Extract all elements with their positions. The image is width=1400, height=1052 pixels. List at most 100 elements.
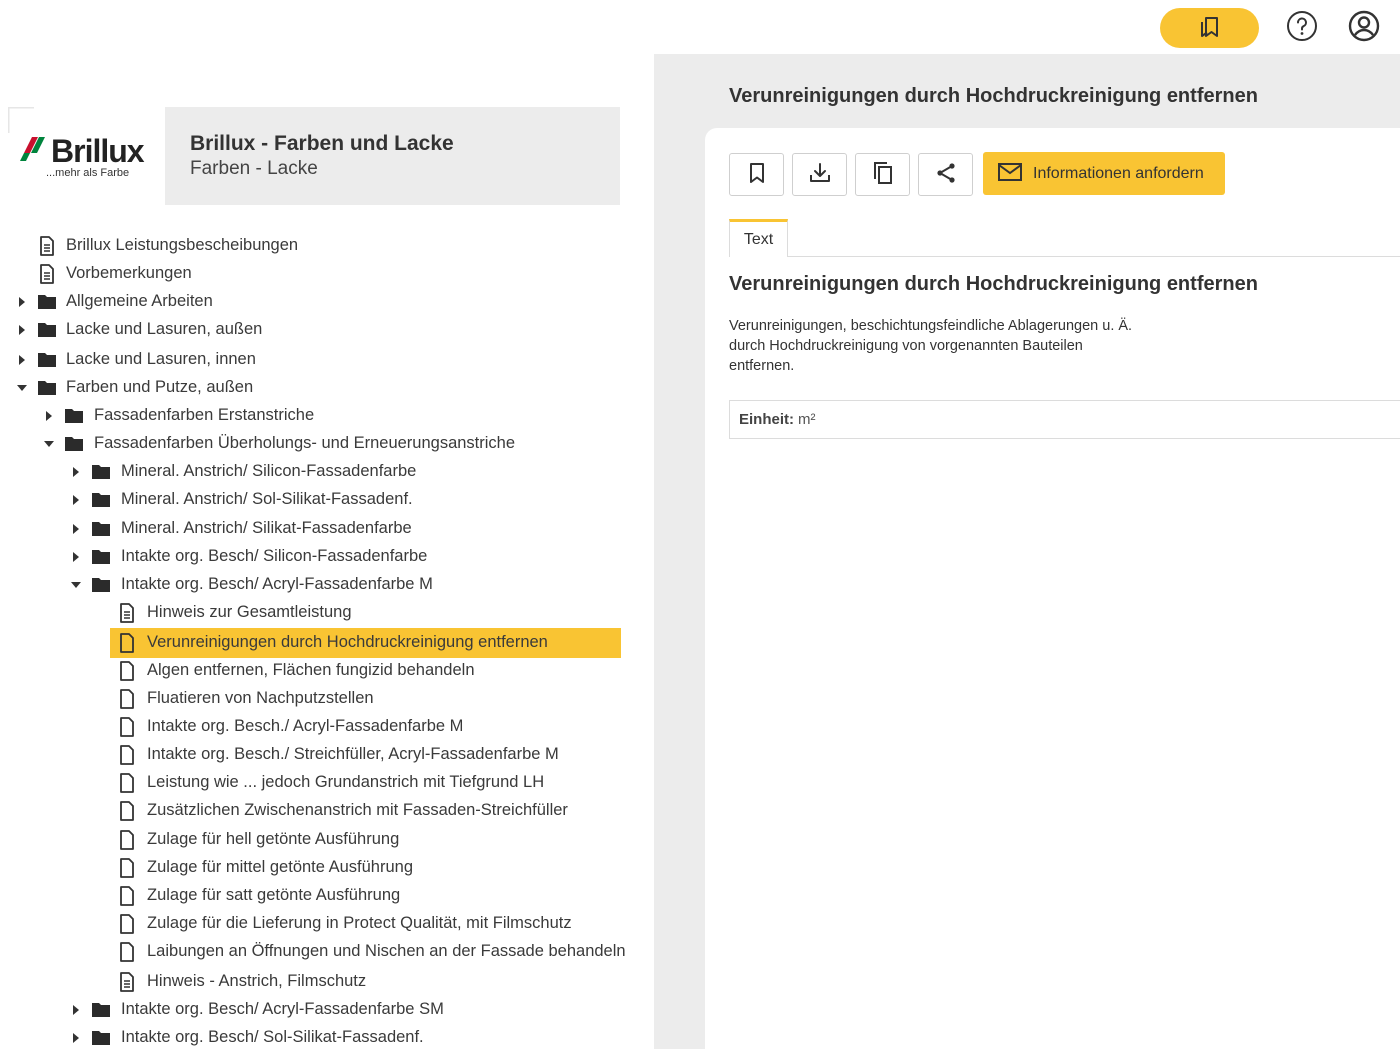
help-button[interactable] [1286,10,1318,44]
tree-document-item[interactable]: Zulage für satt getönte Ausführung [0,882,640,910]
folder-icon [91,575,111,595]
caret-right-icon[interactable] [70,494,82,506]
tree-document-item[interactable]: Fluatieren von Nachputzstellen [0,685,640,713]
tree-document-item[interactable]: Brillux Leistungsbescheibungen [0,232,640,260]
tree-item-label: Intakte org. Besch/ Acryl-Fassadenfarbe … [121,1000,444,1018]
folder-icon [37,350,57,370]
user-circle-icon [1348,10,1380,47]
tree-folder-item[interactable]: Intakte org. Besch/ Acryl-Fassadenfarbe … [0,571,640,599]
caret-right-icon[interactable] [70,466,82,478]
description-line: entfernen. [729,358,795,374]
tree-folder-item[interactable]: Allgemeine Arbeiten [0,288,640,316]
bookmark-button[interactable] [729,153,784,196]
unit-label: Einheit: [739,411,794,428]
folder-icon [91,519,111,539]
tree-folder-item[interactable]: Mineral. Anstrich/ Sol-Silikat-Fassadenf… [0,486,640,514]
document-icon [117,830,137,850]
tree-item-label: Laibungen an Öffnungen und Nischen an de… [147,942,626,960]
request-info-label: Informationen anfordern [1033,164,1204,182]
unit-field: Einheit: m² [729,400,1400,439]
tree-item-label: Intakte org. Besch/ Silicon-Fassadenfarb… [121,547,428,565]
tree-item-label: Lacke und Lasuren, innen [66,350,256,368]
folder-icon [37,378,57,398]
tree-document-item[interactable]: Intakte org. Besch./ Streichfüller, Acry… [0,741,640,769]
tree-document-item[interactable]: Hinweis - Anstrich, Filmschutz [0,968,640,996]
tree-item-label: Hinweis zur Gesamtleistung [147,603,352,621]
tree-document-item[interactable]: Zulage für mittel getönte Ausführung [0,854,640,882]
folder-icon [91,462,111,482]
caret-down-icon[interactable] [16,382,28,394]
caret-right-icon[interactable] [16,324,28,336]
caret-right-icon[interactable] [43,410,55,422]
catalog-subtitle: Farben - Lacke [190,158,318,179]
tree-item-label: Mineral. Anstrich/ Silicon-Fassadenfarbe [121,462,417,480]
document-icon [117,745,137,765]
tree-item-label: Verunreinigungen durch Hochdruckreinigun… [147,633,548,651]
caret-down-icon[interactable] [43,438,55,450]
download-button[interactable] [792,153,847,196]
tree-folder-item[interactable]: Intakte org. Besch/ Sol-Silikat-Fassaden… [0,1024,640,1052]
folder-icon [91,1000,111,1020]
tree-document-item[interactable]: Zulage für hell getönte Ausführung [0,826,640,854]
description-line: durch Hochdruckreinigung von vorgenannte… [729,338,1083,354]
catalog-title: Brillux - Farben und Lacke [190,132,454,155]
tree-folder-item[interactable]: Intakte org. Besch/ Acryl-Fassadenfarbe … [0,996,640,1024]
account-button[interactable] [1348,10,1380,47]
document-text-icon [117,972,137,992]
folder-icon [91,1028,111,1048]
tree-folder-item[interactable]: Mineral. Anstrich/ Silicon-Fassadenfarbe [0,458,640,486]
tree-folder-item[interactable]: Farben und Putze, außen [0,374,640,402]
tab-text[interactable]: Text [729,219,788,257]
tree-folder-item[interactable]: Fassadenfarben Erstanstriche [0,402,640,430]
tree-item-label: Intakte org. Besch./ Acryl-Fassadenfarbe… [147,717,464,735]
tree-document-item[interactable]: Hinweis zur Gesamtleistung [0,599,640,627]
caret-right-icon[interactable] [16,296,28,308]
tree-item-label: Intakte org. Besch/ Sol-Silikat-Fassaden… [121,1028,424,1046]
share-icon [934,161,958,188]
top-bar [0,0,1400,54]
request-info-button[interactable]: Informationen anfordern [983,152,1225,195]
tree-document-item[interactable]: Verunreinigungen durch Hochdruckreinigun… [110,628,621,658]
document-text-icon [117,603,137,623]
caret-right-icon[interactable] [70,551,82,563]
detail-header-title: Verunreinigungen durch Hochdruckreinigun… [729,85,1258,107]
tab-divider [729,256,1400,257]
document-icon [117,773,137,793]
tree-item-label: Fluatieren von Nachputzstellen [147,689,374,707]
document-icon [117,886,137,906]
share-button[interactable] [918,153,973,196]
tree-folder-item[interactable]: Fassadenfarben Überholungs- und Erneueru… [0,430,640,458]
tree-document-item[interactable]: Leistung wie ... jedoch Grundanstrich mi… [0,769,640,797]
tree-item-label: Hinweis - Anstrich, Filmschutz [147,972,367,990]
tree-folder-item[interactable]: Lacke und Lasuren, außen [0,316,640,344]
download-icon [808,161,832,188]
document-icon [117,633,137,653]
caret-right-icon[interactable] [70,523,82,535]
bookmark-icon [747,162,767,187]
tree-item-label: Algen entfernen, Flächen fungizid behand… [147,661,475,679]
caret-right-icon[interactable] [16,354,28,366]
tree-item-label: Leistung wie ... jedoch Grundanstrich mi… [147,773,545,791]
tree-folder-item[interactable]: Intakte org. Besch/ Silicon-Fassadenfarb… [0,543,640,571]
caret-right-icon[interactable] [70,1004,82,1016]
tree-folder-item[interactable]: Mineral. Anstrich/ Silikat-Fassadenfarbe [0,515,640,543]
caret-down-icon[interactable] [70,579,82,591]
tree-document-item[interactable]: Algen entfernen, Flächen fungizid behand… [0,657,640,685]
tree-document-item[interactable]: Zusätzlichen Zwischenanstrich mit Fassad… [0,797,640,825]
tree-document-item[interactable]: Zulage für die Lieferung in Protect Qual… [0,910,640,938]
copy-icon [871,161,895,188]
bookmarks-button[interactable] [1160,8,1259,48]
tree-document-item[interactable]: Vorbemerkungen [0,260,640,288]
folder-icon [64,406,84,426]
catalog-info: Brillux - Farben und Lacke Farben - Lack… [165,107,620,205]
tree-item-label: Lacke und Lasuren, außen [66,320,263,338]
content-title: Verunreinigungen durch Hochdruckreinigun… [729,273,1258,295]
tree-document-item[interactable]: Laibungen an Öffnungen und Nischen an de… [0,938,640,966]
document-icon [117,689,137,709]
tree-folder-item[interactable]: Lacke und Lasuren, innen [0,346,640,374]
caret-right-icon[interactable] [70,1032,82,1044]
tree-item-label: Mineral. Anstrich/ Sol-Silikat-Fassadenf… [121,490,413,508]
description-line: Verunreinigungen, beschichtungsfeindlich… [729,318,1133,334]
tree-document-item[interactable]: Intakte org. Besch./ Acryl-Fassadenfarbe… [0,713,640,741]
copy-button[interactable] [855,153,910,196]
